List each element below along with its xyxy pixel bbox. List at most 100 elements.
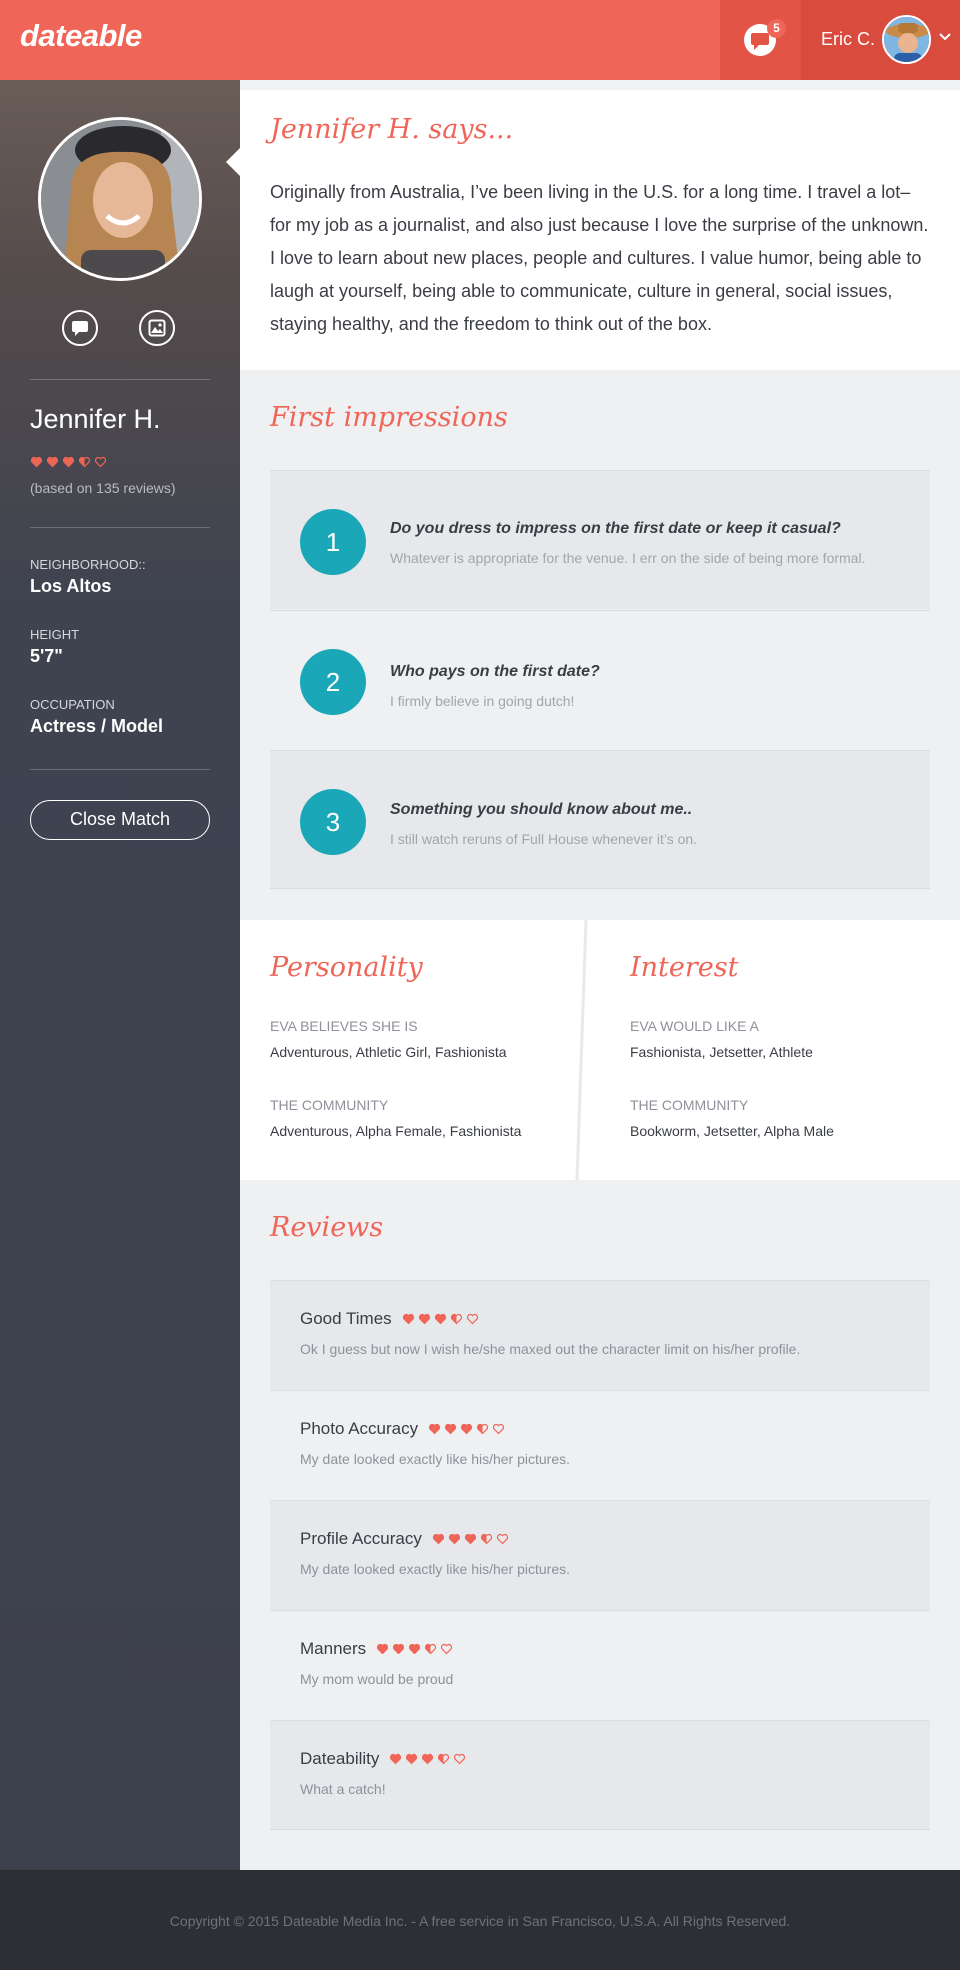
heart-full-icon — [46, 456, 59, 468]
heart-full-icon — [418, 1313, 430, 1325]
about-text: Originally from Australia, I’ve been liv… — [270, 182, 929, 334]
heart-full-icon — [422, 1753, 434, 1765]
heart-full-icon — [62, 456, 75, 468]
review-item: Profile Accuracy My date looked exactly … — [270, 1500, 930, 1610]
review-rating — [389, 1753, 466, 1765]
impression-answer: I still watch reruns of Full House whene… — [390, 831, 698, 847]
reviews-title: Reviews — [270, 1212, 384, 1243]
review-rating — [432, 1533, 509, 1545]
interest-self-label: EVA WOULD LIKE A — [630, 1018, 759, 1034]
neighborhood-value: Los Altos — [30, 576, 112, 596]
review-title: Profile Accuracy — [300, 1529, 422, 1548]
review-rating — [402, 1313, 479, 1325]
impression-question: Do you dress to impress on the first dat… — [390, 520, 841, 537]
footer: Copyright © 2015 Dateable Media Inc. - A… — [0, 1870, 960, 1970]
reviews-count: (based on 135 reviews) — [30, 480, 176, 496]
review-item: Photo Accuracy My date looked exactly li… — [270, 1390, 930, 1500]
review-rating — [428, 1423, 505, 1435]
copyright-text: Copyright © 2015 Dateable Media Inc. - A… — [169, 1913, 791, 1929]
heart-empty-icon — [454, 1753, 466, 1765]
heart-empty-icon — [441, 1643, 453, 1655]
heart-full-icon — [448, 1533, 460, 1545]
review-item: Dateability What a catch! — [270, 1720, 930, 1830]
heart-half-icon — [78, 456, 91, 468]
impression-number: 2 — [300, 649, 366, 715]
impression-item: 2 Who pays on the first date? I firmly b… — [270, 610, 930, 749]
personality-community-value: Adventurous, Alpha Female, Fashionista — [270, 1123, 522, 1139]
review-item: Manners My mom would be proud — [270, 1610, 930, 1720]
impression-answer: I firmly believe in going dutch! — [390, 693, 575, 709]
review-text: Ok I guess but now I wish he/she maxed o… — [300, 1341, 801, 1357]
impression-question: Who pays on the first date? — [390, 663, 600, 680]
review-title: Good Times — [300, 1309, 392, 1328]
send-message-button[interactable] — [62, 310, 98, 346]
review-title: Dateability — [300, 1749, 380, 1768]
view-photos-button[interactable] — [139, 310, 175, 346]
heart-full-icon — [390, 1753, 402, 1765]
first-impressions-section: First impressions 1 Do you dress to impr… — [240, 370, 960, 920]
heart-half-icon — [480, 1533, 492, 1545]
sidebar-pointer — [226, 148, 240, 176]
user-avatar — [882, 15, 931, 64]
profile-rating — [30, 456, 107, 468]
image-icon — [148, 319, 166, 337]
review-item: Good Times Ok I guess but now I wish he/… — [270, 1280, 930, 1390]
message-count-badge: 5 — [767, 19, 786, 38]
heart-empty-icon — [94, 456, 107, 468]
occupation-label: OCCUPATION — [30, 697, 115, 712]
heart-full-icon — [377, 1643, 389, 1655]
profile-name: Jennifer H. — [30, 404, 161, 434]
heart-half-icon — [438, 1753, 450, 1765]
interest-community-value: Bookworm, Jetsetter, Alpha Male — [630, 1123, 834, 1139]
heart-full-icon — [429, 1423, 441, 1435]
heart-full-icon — [393, 1643, 405, 1655]
heart-half-icon — [477, 1423, 489, 1435]
review-text: My mom would be proud — [300, 1671, 454, 1687]
chevron-down-icon — [939, 33, 951, 41]
profile-sidebar: Jennifer H. (based on 135 reviews) NEIGH… — [0, 80, 240, 1870]
chat-bubble-icon — [72, 321, 88, 336]
occupation-value: Actress / Model — [30, 716, 164, 736]
heart-full-icon — [402, 1313, 414, 1325]
heart-empty-icon — [493, 1423, 505, 1435]
heart-full-icon — [30, 456, 43, 468]
height-label: HEIGHT — [30, 627, 80, 642]
personality-self-value: Adventurous, Athletic Girl, Fashionista — [270, 1044, 507, 1060]
review-title: Photo Accuracy — [300, 1419, 419, 1438]
impression-item: 1 Do you dress to impress on the first d… — [270, 470, 930, 609]
interest-title: Interest — [630, 952, 739, 983]
review-title: Manners — [300, 1639, 367, 1658]
logo[interactable]: dateable — [20, 18, 142, 54]
about-title: Jennifer H. says... — [270, 114, 514, 145]
profile-photo — [38, 117, 202, 281]
reviews-section: Reviews Good Times Ok I guess but now I … — [240, 1180, 960, 1870]
first-impressions-title: First impressions — [270, 402, 508, 433]
divider — [30, 527, 210, 528]
heart-half-icon — [450, 1313, 462, 1325]
heart-half-icon — [425, 1643, 437, 1655]
interest-self-value: Fashionista, Jetsetter, Athlete — [630, 1044, 813, 1060]
heart-full-icon — [434, 1313, 446, 1325]
column-divider — [575, 920, 588, 1180]
divider — [30, 379, 210, 380]
heart-empty-icon — [496, 1533, 508, 1545]
heart-full-icon — [445, 1423, 457, 1435]
heart-empty-icon — [466, 1313, 478, 1325]
impression-item: 3 Something you should know about me.. I… — [270, 750, 930, 889]
heart-full-icon — [406, 1753, 418, 1765]
messages-button[interactable]: 5 — [720, 0, 801, 80]
review-text: My date looked exactly like his/her pict… — [300, 1451, 571, 1467]
heart-full-icon — [464, 1533, 476, 1545]
personality-self-label: EVA BELIEVES SHE IS — [270, 1018, 418, 1034]
user-menu-button[interactable]: Eric C. — [801, 0, 960, 80]
about-section: Jennifer H. says... Originally from Aust… — [240, 90, 960, 370]
impression-question: Something you should know about me.. — [390, 801, 693, 818]
top-navigation-bar: dateable 5 Eric C. — [0, 0, 960, 80]
impression-number: 3 — [300, 789, 366, 855]
divider — [30, 769, 210, 770]
user-name: Eric C. — [821, 29, 875, 49]
review-rating — [376, 1643, 453, 1655]
personality-title: Personality — [270, 952, 423, 983]
close-match-button[interactable]: Close Match — [30, 800, 210, 840]
review-text: My date looked exactly like his/her pict… — [300, 1561, 571, 1577]
